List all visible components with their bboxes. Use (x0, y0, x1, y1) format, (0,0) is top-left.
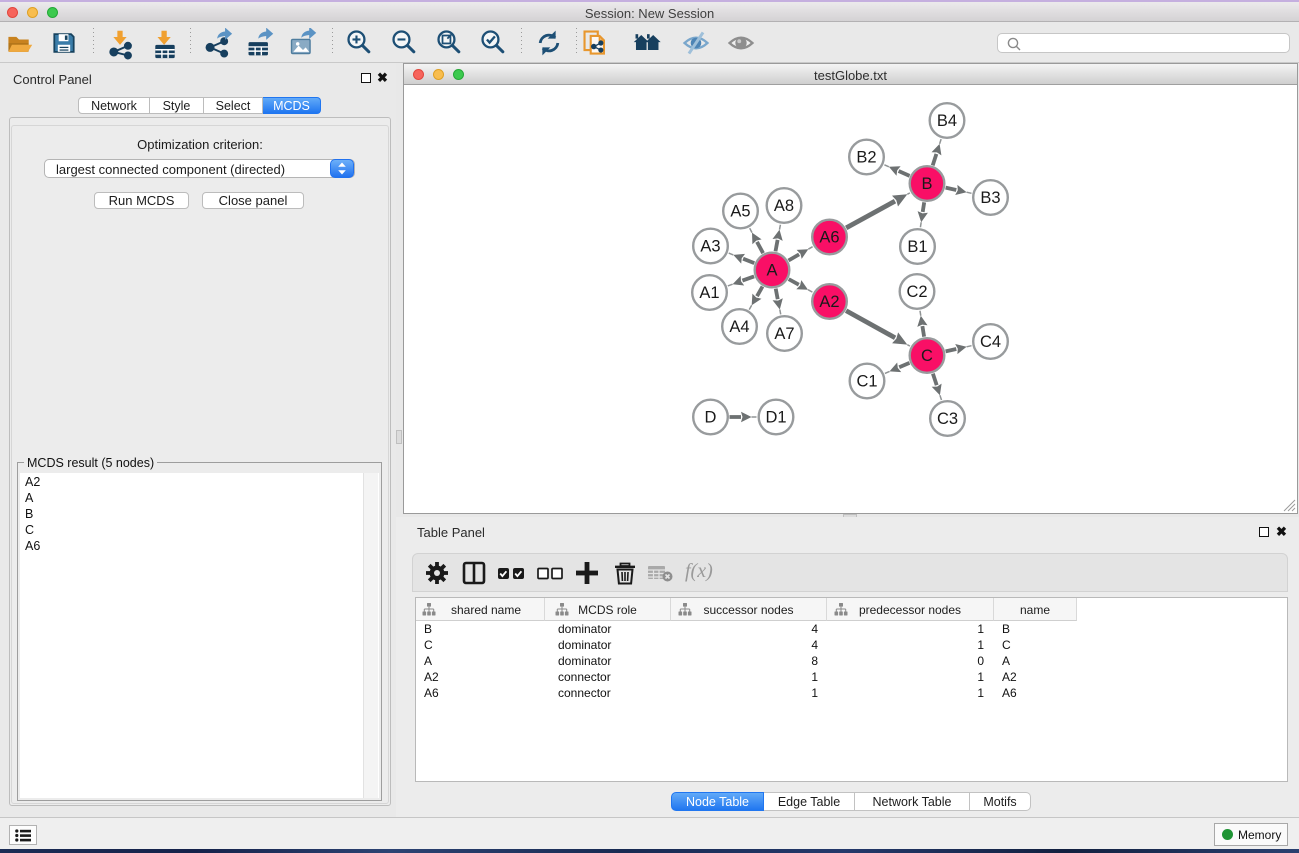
svg-text:B4: B4 (937, 112, 957, 130)
svg-text:A3: A3 (700, 238, 720, 256)
svg-text:C2: C2 (906, 283, 927, 301)
svg-text:A5: A5 (730, 203, 750, 221)
svg-text:B3: B3 (980, 189, 1000, 207)
svg-text:A6: A6 (819, 229, 839, 247)
svg-text:A2: A2 (819, 293, 839, 311)
svg-text:C3: C3 (937, 410, 958, 428)
svg-text:D: D (705, 409, 717, 427)
svg-text:D1: D1 (765, 409, 786, 427)
svg-text:A7: A7 (774, 325, 794, 343)
svg-text:C: C (921, 347, 933, 365)
svg-text:A1: A1 (699, 284, 719, 302)
svg-text:C1: C1 (856, 373, 877, 391)
svg-text:B2: B2 (856, 149, 876, 167)
svg-text:B1: B1 (907, 238, 927, 256)
svg-text:B: B (921, 175, 932, 193)
svg-text:A: A (766, 262, 777, 280)
svg-text:A4: A4 (729, 318, 749, 336)
svg-text:C4: C4 (980, 333, 1001, 351)
svg-text:A8: A8 (774, 197, 794, 215)
